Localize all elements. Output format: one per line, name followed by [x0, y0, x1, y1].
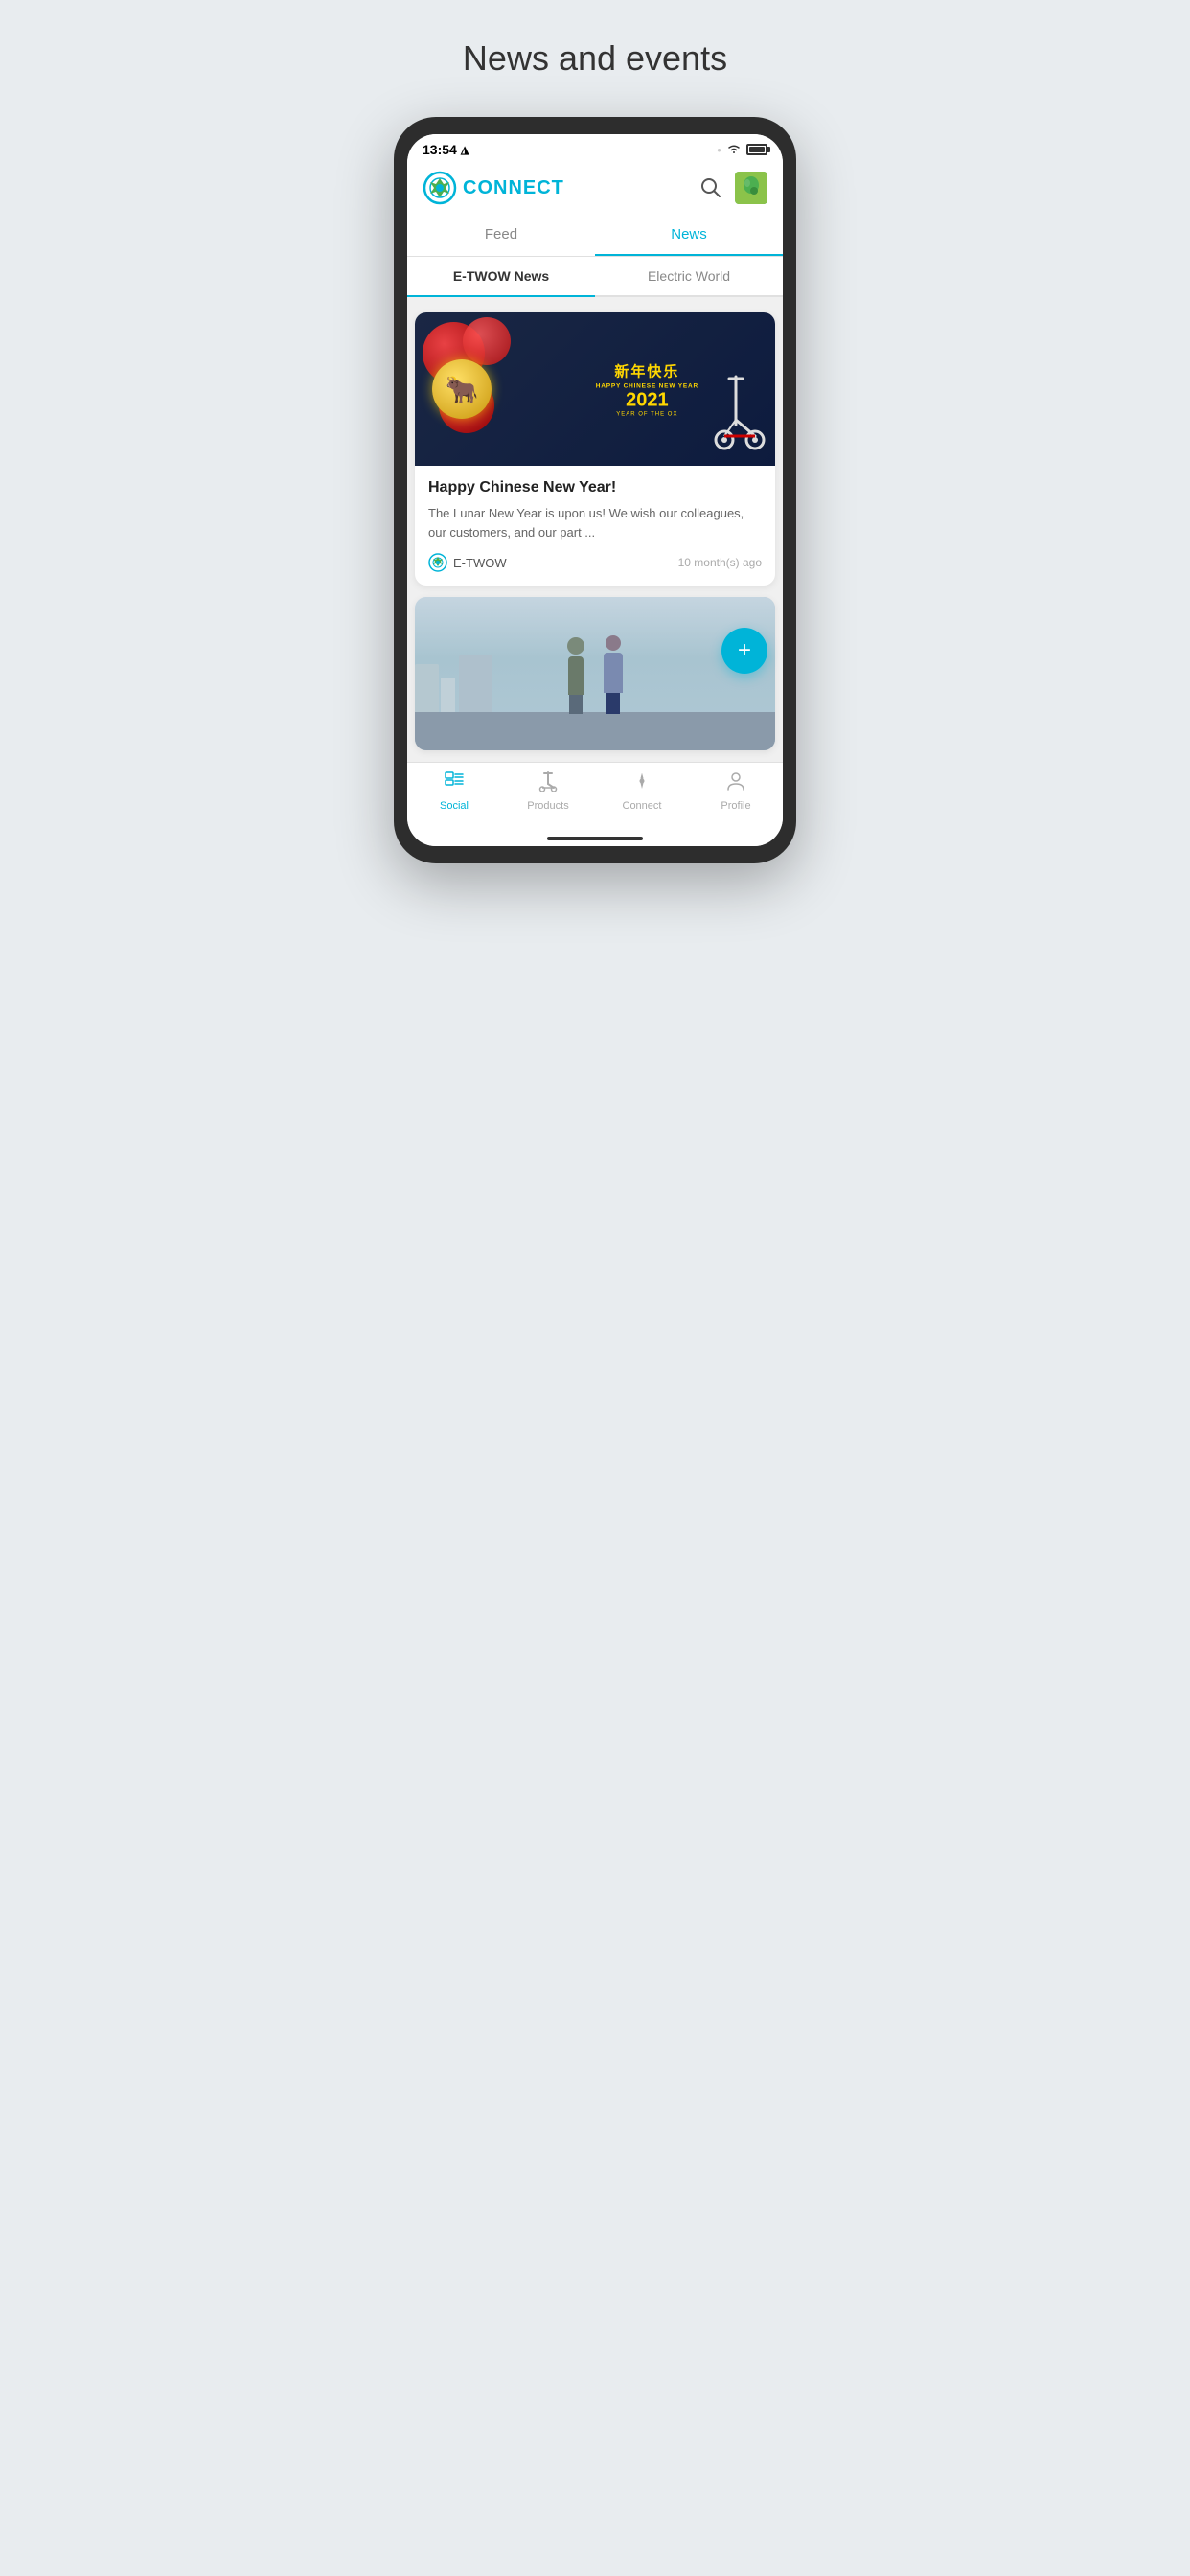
header-actions	[697, 172, 767, 204]
page-wrapper: News and events 13:54 ◮ ●	[298, 0, 893, 921]
wifi-icon	[726, 143, 742, 157]
dot-icon: ●	[717, 146, 721, 154]
social-icon	[444, 770, 465, 797]
scooter-image	[705, 367, 767, 453]
app-header: CONNECT	[407, 161, 783, 215]
search-button[interactable]	[697, 173, 725, 202]
app-logo: CONNECT	[423, 171, 564, 205]
nav-item-connect[interactable]: Connect	[595, 770, 689, 812]
card-image-cny: 🐂 新年快乐 HAPPY CHINESE NEW YEAR 2021 YEAR …	[415, 312, 775, 466]
cny-chinese-text: 新年快乐	[596, 361, 698, 381]
nav-item-profile[interactable]: Profile	[689, 770, 783, 812]
card-title-1: Happy Chinese New Year!	[428, 479, 762, 496]
home-indicator	[407, 831, 783, 846]
nav-item-social[interactable]: Social	[407, 770, 501, 812]
card-excerpt-1: The Lunar New Year is upon us! We wish o…	[428, 504, 762, 541]
cny-subtext: YEAR OF THE OX	[596, 412, 698, 418]
status-bar: 13:54 ◮ ●	[407, 134, 783, 161]
products-icon	[538, 770, 559, 797]
status-time: 13:54 ◮	[423, 142, 469, 157]
source-logo-icon	[428, 553, 447, 572]
cny-year: 2021	[596, 390, 698, 412]
news-card-1[interactable]: 🐂 新年快乐 HAPPY CHINESE NEW YEAR 2021 YEAR …	[415, 312, 775, 586]
phone-device: 13:54 ◮ ●	[394, 117, 796, 863]
page-title: News and events	[463, 38, 727, 79]
card-meta-1: E-TWOW 10 month(s) ago	[428, 553, 762, 572]
nav-label-connect: Connect	[623, 800, 662, 812]
nav-item-products[interactable]: Products	[501, 770, 595, 812]
nav-label-social: Social	[440, 800, 469, 812]
nav-label-products: Products	[527, 800, 568, 812]
fab-button[interactable]: +	[721, 628, 767, 674]
card-image-photo	[415, 597, 775, 750]
card-source: E-TWOW	[428, 553, 507, 572]
home-bar	[547, 837, 643, 840]
source-name: E-TWOW	[453, 556, 507, 570]
card-body-1: Happy Chinese New Year! The Lunar New Ye…	[415, 466, 775, 586]
connect-icon	[631, 770, 652, 797]
sub-tabs: E-TWOW News Electric World	[407, 257, 783, 297]
content-scroll: 🐂 新年快乐 HAPPY CHINESE NEW YEAR 2021 YEAR …	[407, 305, 783, 750]
tab-news[interactable]: News	[595, 215, 783, 256]
phone-screen: 13:54 ◮ ●	[407, 134, 783, 846]
search-icon	[700, 177, 721, 198]
bottom-nav: Social Products	[407, 762, 783, 831]
battery-icon	[746, 144, 767, 155]
logo-icon	[423, 171, 457, 205]
profile-icon	[725, 770, 746, 797]
sub-tab-etwow[interactable]: E-TWOW News	[407, 257, 595, 297]
status-icons: ●	[717, 143, 767, 157]
nav-label-profile: Profile	[721, 800, 750, 812]
logo-text: CONNECT	[463, 177, 564, 199]
main-tabs: Feed News	[407, 215, 783, 257]
cny-english-text: HAPPY CHINESE NEW YEAR	[596, 383, 698, 390]
avatar[interactable]	[735, 172, 767, 204]
navigation-icon: ◮	[461, 144, 469, 156]
news-card-2[interactable]	[415, 597, 775, 750]
card-time-1: 10 month(s) ago	[678, 556, 762, 569]
tab-feed[interactable]: Feed	[407, 215, 595, 256]
content-area: 🐂 新年快乐 HAPPY CHINESE NEW YEAR 2021 YEAR …	[407, 305, 783, 762]
sub-tab-electric-world[interactable]: Electric World	[595, 257, 783, 295]
